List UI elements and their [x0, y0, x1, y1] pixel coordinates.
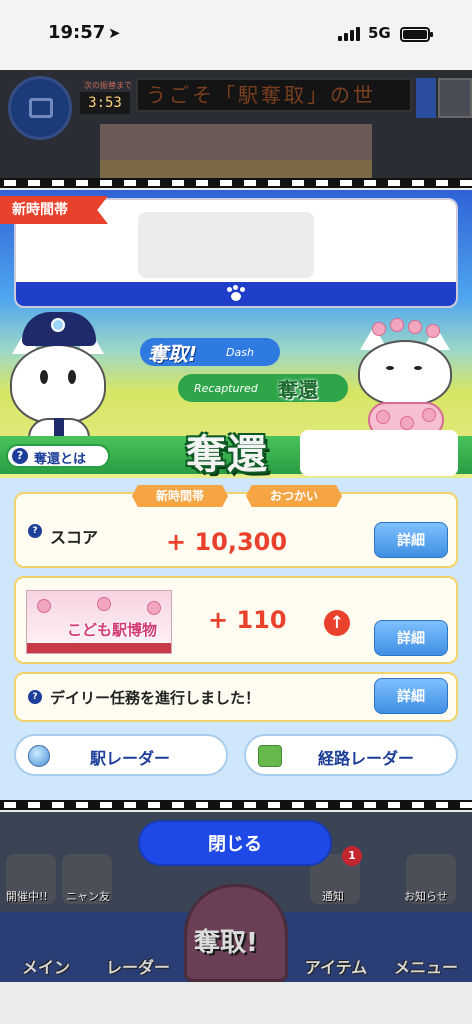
news-ticker: うごそ「駅奪取」の世	[136, 78, 412, 112]
paw-icon	[226, 285, 246, 303]
route-map-icon	[258, 745, 282, 767]
clock: 19:57	[48, 22, 106, 43]
panel-footer-bar	[16, 282, 456, 306]
question-icon[interactable]: ?	[28, 524, 42, 538]
score-row: ? スコア + 10,300 詳細	[14, 492, 458, 568]
event-detail-button[interactable]: 詳細	[374, 620, 448, 656]
side-tab[interactable]	[416, 78, 436, 118]
game-header: 次の振替まで 3:53 うごそ「駅奪取」の世	[0, 70, 472, 184]
notification-badge: 1	[342, 846, 362, 866]
errand-tag: おつかい	[246, 485, 342, 507]
dash-title: 奪取!	[148, 342, 198, 366]
nav-main-label: メイン	[21, 958, 70, 977]
event-row: こども駅博物館 + 110 ↑ 詳細	[14, 576, 458, 664]
new-time-slot-tag: 新時間帯	[0, 196, 108, 224]
score-detail-button[interactable]: 詳細	[374, 522, 448, 558]
recapture-info-redacted	[300, 430, 458, 476]
recaptured-subtitle: Recaptured	[194, 382, 258, 395]
question-icon[interactable]: ?	[28, 690, 42, 704]
film-strip-divider	[0, 800, 472, 810]
question-icon: ?	[12, 448, 28, 464]
nav-radar[interactable]: レーダー	[92, 912, 184, 982]
status-bar: 19:57 ➤ 5G	[0, 0, 472, 70]
station-radar-label: 駅レーダー	[90, 749, 171, 768]
nav-main[interactable]: メイン	[0, 912, 92, 982]
recapture-big-title: 奪還	[186, 432, 268, 478]
notification-label: 通知	[322, 890, 344, 903]
countdown-timer: 3:53	[80, 92, 130, 114]
station-name-redacted	[138, 212, 314, 278]
nav-menu[interactable]: メニュー	[380, 912, 472, 982]
recaptured-title: 奪還	[278, 378, 318, 402]
daily-mission-row: ? デイリー任務を進行しました！ 詳細	[14, 672, 458, 722]
event-banner-dimmed	[100, 124, 372, 184]
globe-icon	[28, 745, 50, 767]
nav-item[interactable]: アイテム	[290, 912, 382, 982]
route-radar-label: 経路レーダー	[318, 749, 415, 768]
home-indicator-area	[0, 982, 472, 1024]
nav-radar-label: レーダー	[105, 958, 170, 977]
recapture-help-button[interactable]: ? 奪還とは	[6, 444, 110, 468]
event-banner-thumbnail[interactable]: こども駅博物館	[26, 590, 172, 654]
score-value: + 10,300	[166, 528, 288, 556]
timer-label: 次の振替まで	[84, 81, 132, 90]
close-button[interactable]: 閉じる	[138, 820, 332, 866]
film-strip-divider	[0, 178, 472, 188]
score-label: スコア	[50, 528, 99, 547]
location-arrow-icon: ➤	[108, 24, 121, 42]
network-type: 5G	[368, 24, 391, 42]
copy-icon[interactable]	[438, 78, 472, 118]
daily-detail-button[interactable]: 詳細	[374, 678, 448, 714]
event-points-value: + 110	[208, 606, 287, 634]
film-icon	[29, 98, 53, 118]
nav-menu-label: メニュー	[393, 958, 458, 977]
daily-mission-label: デイリー任務を進行しました！	[50, 689, 261, 707]
route-radar-button[interactable]: 経路レーダー	[244, 734, 458, 776]
arrow-up-icon: ↑	[324, 610, 350, 636]
dash-center-label: 奪取!	[194, 928, 258, 958]
result-scene: 新時間帯 奪取! Dash Recaptured 奪還 ? 奪還とは 奪還	[0, 190, 472, 478]
dash-subtitle: Dash	[226, 346, 254, 359]
film-camera-button[interactable]	[8, 76, 72, 140]
new-time-slot-tag-small: 新時間帯	[132, 485, 228, 507]
station-radar-button[interactable]: 駅レーダー	[14, 734, 228, 776]
battery-icon	[400, 27, 433, 42]
announcements-label: お知らせ	[404, 890, 448, 903]
nyan-friend-label: ニャン友	[66, 890, 110, 903]
cellular-signal-icon	[338, 27, 360, 41]
nav-item-label: アイテム	[304, 958, 368, 977]
banner-strip	[27, 643, 171, 653]
help-label: 奪還とは	[34, 452, 87, 467]
event-label: 開催中!!	[6, 890, 48, 903]
flower-cat-mascot	[352, 318, 464, 438]
